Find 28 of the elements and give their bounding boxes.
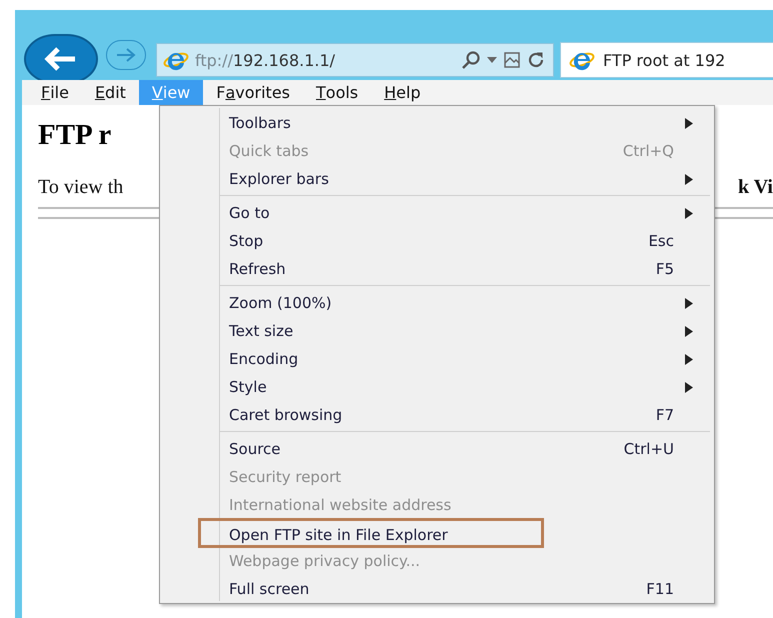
- menu-item[interactable]: Toolbars: [160, 109, 710, 137]
- refresh-icon[interactable]: [527, 51, 545, 69]
- dropdown-caret-icon[interactable]: [487, 57, 497, 63]
- page-heading: FTP r: [38, 119, 112, 152]
- right-arrow-icon: [115, 47, 137, 63]
- menu-item[interactable]: Encoding: [160, 345, 710, 373]
- menu-item[interactable]: Go to: [160, 199, 710, 227]
- page-text: To view th: [38, 176, 124, 199]
- menu-item[interactable]: Refresh F5: [160, 255, 710, 283]
- compatibility-view-icon[interactable]: [503, 51, 521, 69]
- menu-bar-item[interactable]: Favorites: [203, 80, 303, 105]
- menu-item[interactable]: Explorer bars: [160, 165, 710, 193]
- menu-bar-item[interactable]: Edit: [82, 80, 139, 105]
- menu-item[interactable]: Caret browsing F7: [160, 401, 710, 429]
- menu-item[interactable]: Source Ctrl+U: [160, 435, 710, 463]
- search-icon[interactable]: [461, 50, 481, 70]
- menu-item[interactable]: Text size: [160, 317, 710, 345]
- page-text: k Vi: [738, 176, 773, 199]
- menu-item[interactable]: Stop Esc: [160, 227, 710, 255]
- menu-bar-item[interactable]: Help: [371, 80, 434, 105]
- menu-item[interactable]: Zoom (100%): [160, 289, 710, 317]
- browser-tab[interactable]: FTP root at 192: [560, 42, 773, 78]
- left-arrow-icon: [44, 46, 78, 72]
- menu-bar-item[interactable]: File: [28, 80, 82, 105]
- menu-bar-item[interactable]: Tools: [303, 80, 372, 105]
- menu-item[interactable]: Style: [160, 373, 710, 401]
- address-field[interactable]: ftp://192.168.1.1/: [156, 43, 554, 77]
- menu-item[interactable]: Full screen F11: [160, 575, 710, 603]
